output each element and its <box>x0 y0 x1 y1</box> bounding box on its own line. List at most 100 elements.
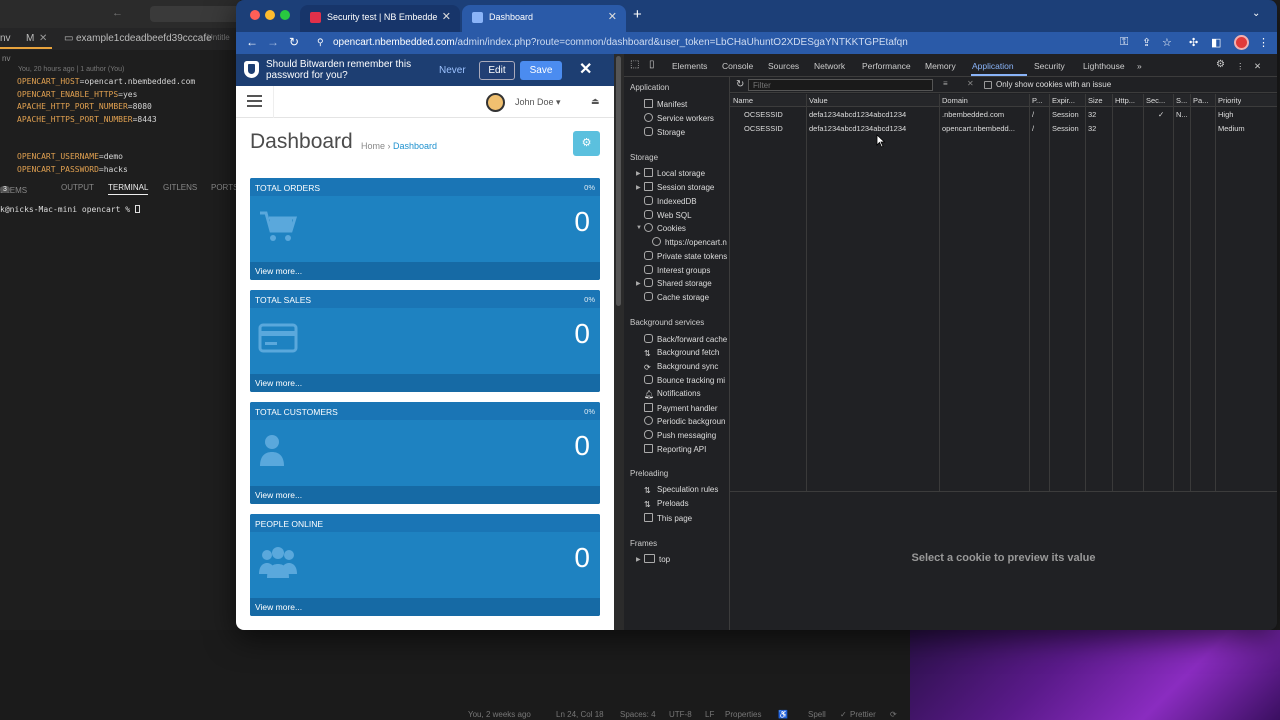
page-scrollbar-thumb[interactable] <box>616 56 621 306</box>
column-header-expires[interactable]: Expir... <box>1052 96 1075 105</box>
sidebar-item-push-messaging[interactable]: Push messaging <box>644 430 716 440</box>
sidebar-item-indexeddb[interactable]: IndexedDB <box>644 196 697 206</box>
sidebar-item-storage[interactable]: Storage <box>644 127 685 137</box>
devtools-tab-network[interactable]: Network <box>814 61 845 71</box>
expand-arrow-icon[interactable]: ▶ <box>636 556 641 563</box>
code-line[interactable]: OPENCART_USERNAME=demo <box>17 151 195 164</box>
column-divider[interactable] <box>1049 94 1050 491</box>
sidebar-item-private-state-tokens[interactable]: Private state tokens <box>644 251 727 261</box>
clear-filtered-cookies-icon[interactable]: ≡ <box>943 79 948 88</box>
cookie-cell-size[interactable]: 32 <box>1088 124 1096 133</box>
sidebar-item-manifest[interactable]: Manifest <box>644 99 687 109</box>
expand-arrow-icon[interactable]: ▶ <box>636 184 641 191</box>
new-tab-button[interactable]: + <box>633 6 642 23</box>
sidebar-item-interest-groups[interactable]: Interest groups <box>644 265 710 275</box>
logout-icon[interactable]: ⏏ <box>591 96 600 107</box>
column-header-priority[interactable]: Priority <box>1218 96 1241 105</box>
side-panel-icon[interactable]: ◧ <box>1211 36 1221 49</box>
panel-tab-ports[interactable]: PORTS <box>211 183 238 192</box>
panel-tab-gitlens[interactable]: GITLENS <box>163 183 197 192</box>
cookie-cell-path[interactable]: / <box>1032 124 1034 133</box>
sidebar-item-bounce-tracking[interactable]: Bounce tracking mi <box>644 375 725 385</box>
only-issues-checkbox[interactable] <box>984 81 992 89</box>
minimize-window-button[interactable] <box>265 10 275 20</box>
site-info-icon[interactable]: ⚲ <box>317 37 324 48</box>
user-avatar[interactable] <box>486 93 505 112</box>
view-more-link[interactable]: View more... <box>250 262 600 280</box>
cookie-cell-samesite[interactable]: N... <box>1176 110 1188 119</box>
cookie-cell-priority[interactable]: High <box>1218 110 1233 119</box>
refresh-icon[interactable]: ↻ <box>736 79 744 90</box>
close-tab-icon[interactable]: ✕ <box>442 10 451 23</box>
status-position[interactable]: Ln 24, Col 18 <box>556 710 604 719</box>
reload-button[interactable]: ↻ <box>289 35 299 49</box>
devtools-settings-gear-icon[interactable]: ⚙ <box>1216 59 1225 70</box>
status-encoding[interactable]: UTF-8 <box>669 710 692 719</box>
view-more-link[interactable]: View more... <box>250 486 600 504</box>
column-divider[interactable] <box>1215 94 1216 491</box>
status-properties[interactable]: Properties <box>725 710 761 719</box>
column-divider[interactable] <box>1143 94 1144 491</box>
code-line[interactable]: APACHE_HTTPS_PORT_NUMBER=8443 <box>17 114 195 127</box>
extensions-puzzle-icon[interactable]: ✣ <box>1189 36 1198 49</box>
sidebar-item-cache-storage[interactable]: Cache storage <box>644 292 709 302</box>
devtools-close-icon[interactable]: ✕ <box>1254 61 1261 72</box>
vscode-tab-m[interactable]: M <box>26 33 34 44</box>
cookie-cell-name[interactable]: OCSESSID <box>744 124 783 133</box>
accessibility-icon[interactable]: ♿ <box>778 710 788 719</box>
column-divider[interactable] <box>1112 94 1113 491</box>
sidebar-item-speculation-rules[interactable]: ⇅ Speculation rules <box>644 485 718 495</box>
sidebar-item-web-sql[interactable]: Web SQL <box>644 210 692 220</box>
code-line[interactable] <box>17 139 195 152</box>
cookie-cell-value[interactable]: defa1234abcd1234abcd1234 <box>809 124 906 133</box>
inspect-element-icon[interactable]: ⬚ <box>630 59 639 70</box>
code-line[interactable] <box>17 126 195 139</box>
column-divider[interactable] <box>1085 94 1086 491</box>
cookie-cell-domain[interactable]: .nbembedded.com <box>942 110 1004 119</box>
column-header-httponly[interactable]: Http... <box>1115 96 1135 105</box>
sidebar-item-background-fetch[interactable]: ⇅ Background fetch <box>644 348 719 358</box>
sidebar-item-cookie-origin[interactable]: https://opencart.n <box>652 237 727 247</box>
cookie-cell-expires[interactable]: Session <box>1052 110 1079 119</box>
key-icon[interactable]: ⚿ <box>1120 36 1128 49</box>
close-tab-icon[interactable]: ✕ <box>608 10 617 23</box>
column-divider[interactable] <box>806 94 807 491</box>
sidebar-item-top-frame[interactable]: top <box>644 554 670 564</box>
bitwarden-never-button[interactable]: Never <box>439 65 466 76</box>
sidebar-item-service-workers[interactable]: Service workers <box>644 113 714 123</box>
devtools-tab-memory[interactable]: Memory <box>925 61 956 71</box>
vscode-tab-example[interactable]: example1cdeadbeefd39cccafe <box>76 33 212 44</box>
vscode-tab-untitled[interactable]: Untitle <box>207 33 230 42</box>
column-header-value[interactable]: Value <box>809 96 828 105</box>
terminal-output[interactable]: k@nicks-Mac-mini opencart % <box>0 205 140 214</box>
forward-button[interactable]: → <box>267 35 279 49</box>
code-editor[interactable]: OPENCART_HOST=opencart.nbembedded.com OPE… <box>17 76 195 176</box>
column-divider[interactable] <box>1190 94 1191 491</box>
page-scrollbar[interactable] <box>614 54 624 630</box>
column-header-path[interactable]: P... <box>1032 96 1042 105</box>
cookie-filter-input[interactable] <box>748 79 933 91</box>
devtools-tab-performance[interactable]: Performance <box>862 61 911 71</box>
column-header-samesite[interactable]: S... <box>1176 96 1187 105</box>
view-more-link[interactable]: View more... <box>250 598 600 616</box>
hamburger-menu-icon[interactable] <box>247 95 262 107</box>
address-bar[interactable]: ⚲ opencart.nbembedded.com/admin/index.ph… <box>309 34 1121 52</box>
breadcrumb-home[interactable]: Home <box>361 141 385 151</box>
cookie-cell-value[interactable]: defa1234abcd1234abcd1234 <box>809 110 906 119</box>
panel-tab-output[interactable]: OUTPUT <box>61 183 94 192</box>
column-divider[interactable] <box>939 94 940 491</box>
code-line[interactable]: OPENCART_HOST=opencart.nbembedded.com <box>17 76 195 89</box>
more-tabs-chevron-icon[interactable]: » <box>1137 61 1142 71</box>
code-line[interactable]: OPENCART_PASSWORD=hacks <box>17 164 195 177</box>
bitwarden-close-icon[interactable]: ✕ <box>579 59 592 79</box>
sidebar-item-cookies[interactable]: Cookies <box>644 223 686 233</box>
notification-icon[interactable]: ⟳ <box>890 710 897 719</box>
column-divider[interactable] <box>1029 94 1030 491</box>
user-menu[interactable]: John Doe ▾ <box>515 97 561 108</box>
cookie-cell-size[interactable]: 32 <box>1088 110 1096 119</box>
devtools-tab-application[interactable]: Application <box>972 61 1014 71</box>
cookie-cell-domain[interactable]: opencart.nbembedd... <box>942 124 1015 133</box>
sidebar-item-session-storage[interactable]: Session storage <box>644 182 714 192</box>
expand-arrow-icon[interactable]: ▶ <box>636 280 641 287</box>
sidebar-item-periodic-background-sync[interactable]: Periodic backgroun <box>644 416 725 426</box>
